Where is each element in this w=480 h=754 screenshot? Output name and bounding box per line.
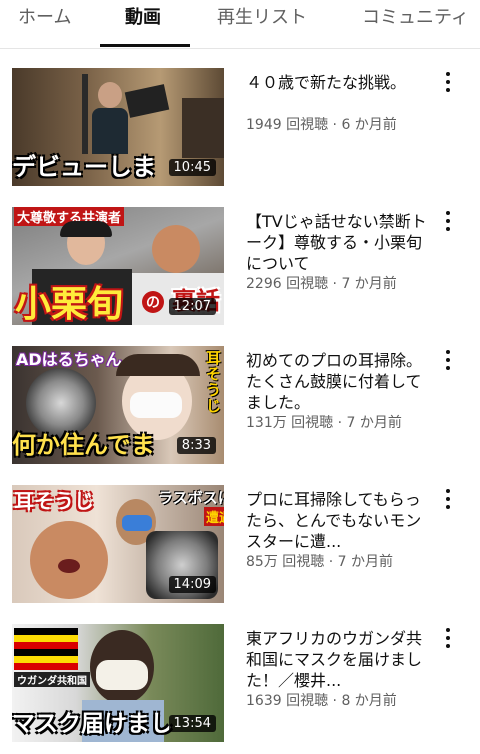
thumbnail-label: 耳そうじ xyxy=(206,349,222,415)
tab-home[interactable]: ホーム xyxy=(18,0,71,46)
thumbnail-label: 遭遇 xyxy=(204,507,224,526)
upload-age: 6 か月前 xyxy=(341,117,397,133)
view-count: 1639 回視聴 xyxy=(246,693,329,709)
more-vert-icon[interactable] xyxy=(436,624,460,650)
meta-separator: · xyxy=(337,415,343,431)
video-thumbnail[interactable]: ADはるちゃん 耳そうじ 何か住んでま 8:33 xyxy=(12,346,224,464)
more-vert-icon[interactable] xyxy=(436,68,460,94)
thumbnail-label: ラスボスに xyxy=(158,489,224,507)
meta-separator: · xyxy=(332,117,337,133)
video-title[interactable]: 東アフリカのウガンダ共和国にマスクを届けました！／櫻井... xyxy=(246,628,432,691)
video-title[interactable]: 初めてのプロの耳掃除。たくさん鼓膜に付着してました。 xyxy=(246,350,432,413)
more-vert-icon[interactable] xyxy=(436,485,460,511)
video-meta: 131万 回視聴 · 7 か月前 xyxy=(246,412,402,432)
video-item[interactable]: デビューしま 10:45 ４０歳で新たな挑戦。 1949 回視聴 · 6 か月前 xyxy=(0,68,480,198)
uganda-flag-icon xyxy=(14,628,78,670)
video-item[interactable]: ウガンダ共和国 マスク届けまし 13:54 東アフリカのウガンダ共和国にマスクを… xyxy=(0,624,480,754)
thumbnail-caption: 小栗旬 xyxy=(15,284,124,325)
thumbnail-label: 耳そうじ xyxy=(14,489,94,513)
upload-age: 7 か月前 xyxy=(346,415,402,431)
view-count: 2296 回視聴 xyxy=(246,276,329,292)
view-count: 85万 回視聴 xyxy=(246,554,325,570)
active-tab-indicator xyxy=(100,44,190,47)
video-thumbnail[interactable]: デビューしま 10:45 xyxy=(12,68,224,186)
duration-badge: 10:45 xyxy=(168,159,216,176)
duration-badge: 12:07 xyxy=(168,298,216,315)
duration-badge: 13:54 xyxy=(168,715,216,732)
video-thumbnail[interactable]: 大尊敬する共演者 小栗旬 の 裏話 12:07 xyxy=(12,207,224,325)
duration-badge: 14:09 xyxy=(168,576,216,593)
thumbnail-label: ADはるちゃん xyxy=(16,350,122,369)
video-thumbnail[interactable]: ウガンダ共和国 マスク届けまし 13:54 xyxy=(12,624,224,742)
video-title[interactable]: 【TVじゃ話せない禁断トーク】尊敬する・小栗旬について xyxy=(246,211,432,274)
meta-separator: · xyxy=(332,276,337,292)
tab-community[interactable]: コミュニティ xyxy=(362,0,469,46)
tab-videos[interactable]: 動画 xyxy=(125,0,161,46)
video-thumbnail[interactable]: 耳そうじ ラスボスに 遭遇 14:09 xyxy=(12,485,224,603)
thumbnail-label: ウガンダ共和国 xyxy=(14,672,90,687)
thumbnail-caption: デビューしま xyxy=(12,153,156,181)
upload-age: 7 か月前 xyxy=(341,276,397,292)
thumbnail-label: の xyxy=(142,291,164,313)
meta-separator: · xyxy=(332,693,337,709)
video-item[interactable]: ADはるちゃん 耳そうじ 何か住んでま 8:33 初めてのプロの耳掃除。たくさん… xyxy=(0,346,480,476)
video-title[interactable]: ４０歳で新たな挑戦。 xyxy=(246,72,432,93)
video-meta: 1639 回視聴 · 8 か月前 xyxy=(246,690,397,710)
more-vert-icon[interactable] xyxy=(436,346,460,372)
view-count: 1949 回視聴 xyxy=(246,117,329,133)
video-meta: 1949 回視聴 · 6 か月前 xyxy=(246,114,397,134)
thumbnail-caption: マスク届けまし xyxy=(12,711,173,737)
video-meta: 85万 回視聴 · 7 か月前 xyxy=(246,551,393,571)
more-vert-icon[interactable] xyxy=(436,207,460,233)
upload-age: 8 か月前 xyxy=(341,693,397,709)
meta-separator: · xyxy=(328,554,334,570)
video-item[interactable]: 耳そうじ ラスボスに 遭遇 14:09 プロに耳掃除してもらったら、とんでもない… xyxy=(0,485,480,615)
video-title[interactable]: プロに耳掃除してもらったら、とんでもないモンスターに遭... xyxy=(246,489,432,552)
channel-tabs: ホーム 動画 再生リスト コミュニティ xyxy=(0,0,480,49)
thumbnail-caption: 何か住んでま xyxy=(12,431,155,459)
duration-badge: 8:33 xyxy=(176,437,216,454)
video-meta: 2296 回視聴 · 7 か月前 xyxy=(246,273,397,293)
video-item[interactable]: 大尊敬する共演者 小栗旬 の 裏話 12:07 【TVじゃ話せない禁断トーク】尊… xyxy=(0,207,480,337)
tab-playlists[interactable]: 再生リスト xyxy=(217,0,307,46)
upload-age: 7 か月前 xyxy=(337,554,393,570)
view-count: 131万 回視聴 xyxy=(246,415,334,431)
